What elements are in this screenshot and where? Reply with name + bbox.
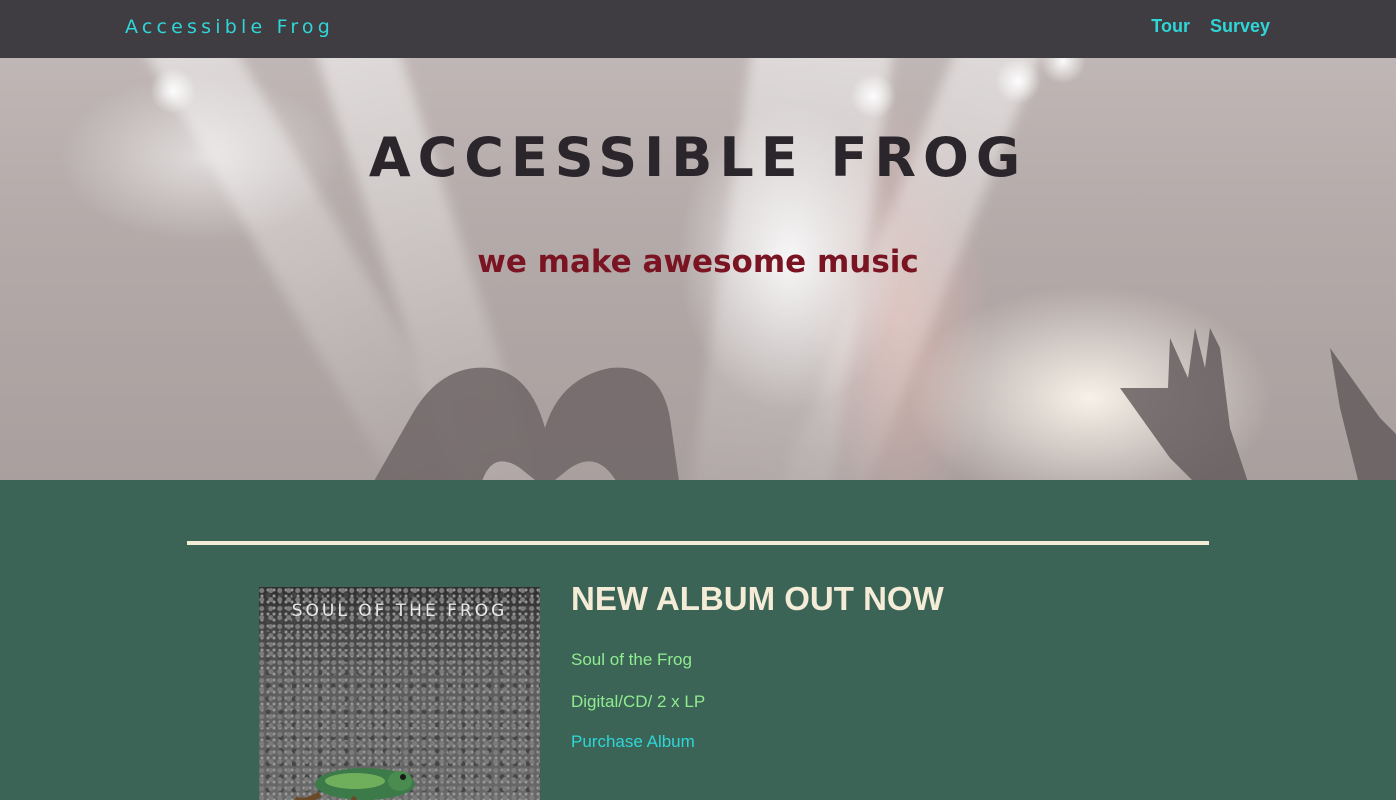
album-cover-image: SOUL OF THE FROG [259,587,540,800]
raised-hands-image [1120,328,1396,480]
hero-banner: ACCESSIBLE FROG we make awesome music [0,58,1396,480]
album-name: Soul of the Frog [571,650,692,669]
section-divider [187,541,1209,545]
purchase-album-link[interactable]: Purchase Album [571,732,695,752]
hero-subtitle: we make awesome music [477,244,919,280]
top-navbar: Accessible Frog Tour Survey [0,0,1396,58]
stage-light [1040,58,1086,84]
frog-image [295,768,415,800]
album-cover-title: SOUL OF THE FROG [291,601,508,621]
heart-hands-image [374,367,679,480]
stage-light [850,73,896,119]
main-content: SOUL OF THE FROG NEW ALBUM OUT NOW Soul … [0,480,1396,800]
album-heading: NEW ALBUM OUT NOW [571,580,944,617]
nav-link-survey[interactable]: Survey [1210,16,1270,37]
hero-title: ACCESSIBLE FROG [368,126,1028,189]
brand-link[interactable]: Accessible Frog [125,16,334,38]
stage-light [150,68,196,114]
album-formats: Digital/CD/ 2 x LP [571,692,706,711]
nav-links: Tour Survey [1151,16,1270,37]
nav-link-tour[interactable]: Tour [1151,16,1190,37]
stage-light [995,58,1041,104]
